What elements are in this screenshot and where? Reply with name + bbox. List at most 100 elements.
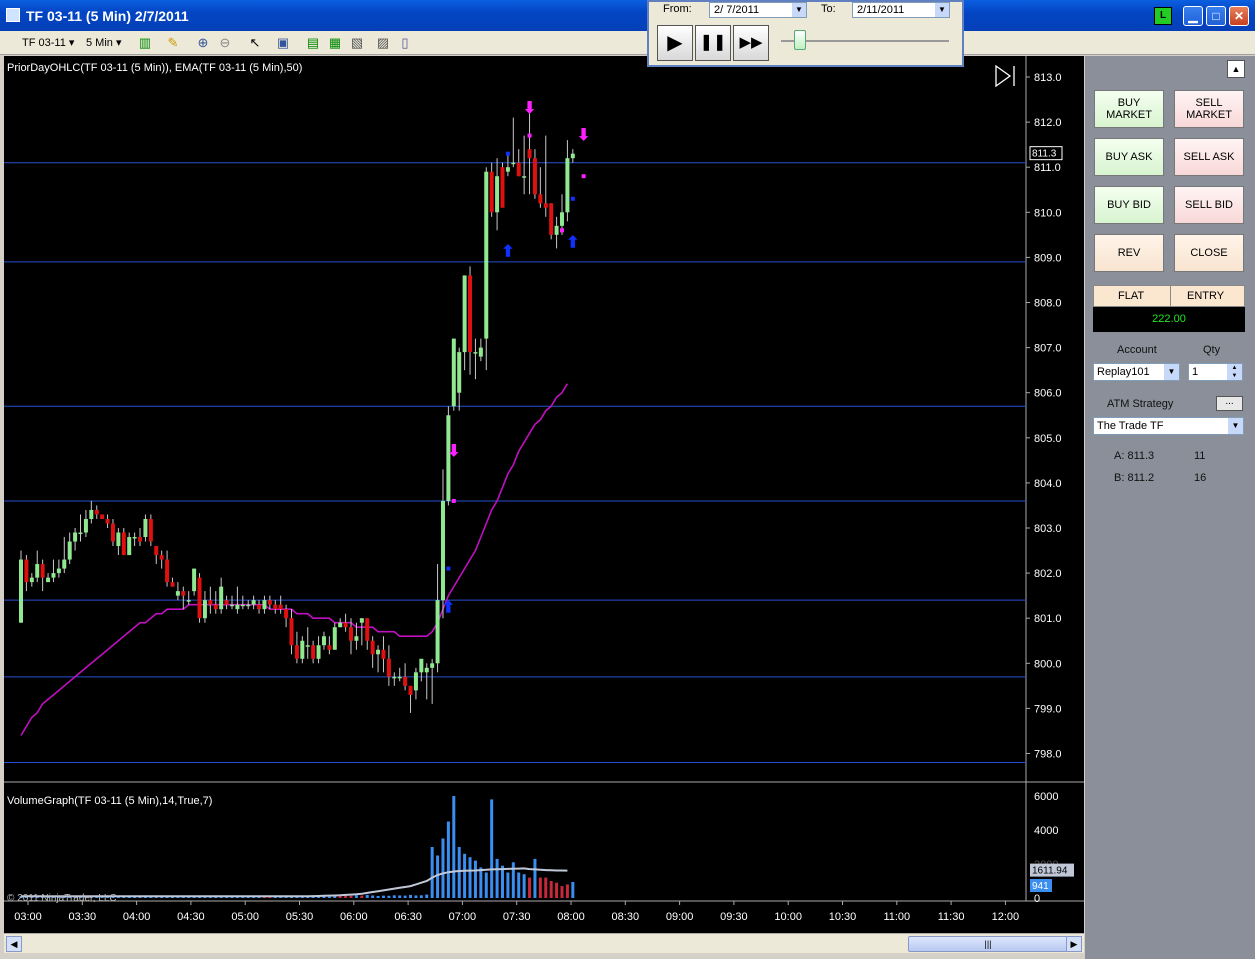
collapse-panel-button[interactable]: ▲ — [1227, 60, 1245, 78]
time-tick-label: 08:00 — [557, 911, 585, 923]
candle-up — [246, 604, 251, 607]
volume-bar — [354, 895, 358, 898]
candle-down — [349, 627, 354, 641]
copyright-label: © 2011 NinjaTrader, LLC — [7, 893, 117, 904]
time-tick-label: 06:00 — [340, 911, 368, 923]
bar-spacing-icon[interactable]: ▤ — [304, 34, 322, 52]
volume-bar — [484, 872, 488, 898]
chart-style-icon[interactable]: ▥ — [136, 34, 154, 52]
buy-ask-button[interactable]: BUY ASK — [1094, 138, 1164, 176]
strategies-icon[interactable]: ▨ — [374, 34, 392, 52]
scroll-left-arrow[interactable]: ◀ — [6, 936, 22, 952]
volume-bar — [522, 874, 526, 898]
volume-bar — [463, 853, 467, 898]
atm-strategy-select[interactable]: The Trade TF ▼ — [1093, 417, 1244, 435]
short-fill-marker — [560, 228, 564, 233]
divider — [1170, 286, 1171, 306]
volume-bar — [549, 881, 553, 898]
candle-down — [500, 167, 505, 208]
time-tick-label: 04:00 — [123, 911, 151, 923]
chevron-down-icon[interactable]: ▼ — [935, 3, 949, 17]
data-box-icon[interactable]: ▣ — [274, 34, 292, 52]
time-tick-label: 06:30 — [394, 911, 422, 923]
chevron-down-icon[interactable]: ▼ — [1164, 364, 1179, 380]
volume-bar — [409, 894, 413, 898]
volume-bar — [398, 895, 402, 898]
price-volume-chart[interactable]: 813.0 812.0 811.0 810.0 809.0 808.0 807.0 806.0… — [4, 56, 1084, 933]
chart-panel[interactable]: 813.0 812.0 811.0 810.0 809.0 808.0 807.0 806.0… — [4, 56, 1084, 936]
long-entry-arrow: ⬆ — [566, 234, 579, 251]
volume-bar — [365, 894, 369, 898]
chevron-down-icon[interactable]: ▼ — [1228, 418, 1243, 434]
candle-down — [213, 604, 218, 610]
volume-bar — [441, 838, 445, 898]
chart-toolbar: TF 03-11 ▾ 5 Min ▾ ▥ ✎ ⊕ ⊖ ↖ ▣ ▤ ▦ ▧ ▨ ▯ — [0, 31, 1255, 55]
scroll-right-arrow[interactable]: ▶ — [1066, 936, 1082, 952]
long-fill-marker — [570, 196, 575, 201]
chevron-down-icon[interactable]: ▼ — [792, 3, 806, 17]
volume-bar — [419, 895, 423, 898]
time-tick-label: 11:00 — [883, 911, 910, 923]
maximize-button[interactable]: □ — [1206, 6, 1226, 26]
cursor-icon[interactable]: ↖ — [246, 34, 264, 52]
close-window-button[interactable]: ✕ — [1229, 6, 1249, 26]
minimize-button[interactable]: ▁ — [1183, 6, 1203, 26]
zoom-out-icon[interactable]: ⊖ — [216, 34, 234, 52]
account-select[interactable]: Replay101 ▼ — [1093, 363, 1180, 381]
interval-selector[interactable]: 5 Min ▾ — [86, 34, 121, 52]
instrument-selector[interactable]: TF 03-11 ▾ — [22, 34, 74, 52]
to-date-picker[interactable]: 2/11/2011 ▼ — [852, 2, 950, 18]
from-date-picker[interactable]: 2/ 7/2011 ▼ — [709, 2, 807, 18]
time-tick-label: 10:30 — [829, 911, 857, 923]
sell-market-button[interactable]: SELL MARKET — [1174, 90, 1244, 128]
candle-up — [235, 604, 240, 610]
volume-bar — [479, 867, 483, 898]
link-badge[interactable]: L — [1154, 7, 1172, 25]
play-button[interactable]: ▶ — [657, 25, 693, 61]
time-tick-label: 05:30 — [286, 911, 314, 923]
buy-market-button[interactable]: BUY MARKET — [1094, 90, 1164, 128]
indicators-icon[interactable]: ▧ — [348, 34, 366, 52]
properties-icon[interactable]: ▯ — [396, 34, 414, 52]
candle-up — [413, 672, 418, 691]
volume-bar — [506, 872, 510, 898]
candle-up — [186, 600, 191, 602]
volume-bar — [387, 895, 391, 898]
candle-down — [165, 559, 170, 583]
close-position-button[interactable]: CLOSE — [1174, 234, 1244, 272]
candle-up — [219, 586, 224, 610]
candle-down — [197, 577, 202, 619]
candle-down — [403, 676, 408, 686]
candle-up — [424, 667, 429, 673]
time-tick-label: 07:00 — [449, 911, 477, 923]
pause-button[interactable]: ❚❚ — [695, 25, 731, 61]
volume-bar — [555, 882, 559, 898]
chart-scrollbar[interactable]: ◀ ||| ▶ — [4, 933, 1084, 953]
fast-forward-button[interactable]: ▶▶ — [733, 25, 769, 61]
volume-bar — [565, 884, 569, 898]
candle-up — [29, 577, 34, 583]
zoom-in-icon[interactable]: ⊕ — [194, 34, 212, 52]
buy-bid-button[interactable]: BUY BID — [1094, 186, 1164, 224]
time-tick-label: 12:00 — [992, 911, 1020, 923]
price-tick-label: 799.0 — [1034, 703, 1062, 715]
speed-slider-track[interactable] — [781, 40, 949, 42]
volume-bar — [473, 860, 477, 898]
draw-pencil-icon[interactable]: ✎ — [164, 34, 182, 52]
speed-slider-thumb[interactable] — [794, 30, 806, 50]
sell-bid-button[interactable]: SELL BID — [1174, 186, 1244, 224]
volume-bar — [495, 858, 499, 898]
reverse-button[interactable]: REV — [1094, 234, 1164, 272]
atm-strategy-options-button[interactable]: ... — [1216, 396, 1243, 411]
candle-up — [46, 577, 51, 583]
stepper-arrows-icon[interactable]: ▲ ▼ — [1227, 364, 1242, 380]
qty-stepper[interactable]: 1 ▲ ▼ — [1188, 363, 1243, 381]
volume-bar — [457, 847, 461, 898]
candle-down — [381, 649, 386, 659]
time-tick-label: 09:00 — [666, 911, 694, 923]
candle-up — [570, 153, 575, 159]
position-header: FLAT ENTRY — [1093, 285, 1245, 307]
scroll-thumb[interactable]: ||| — [908, 936, 1068, 952]
chart-trader-icon[interactable]: ▦ — [326, 34, 344, 52]
sell-ask-button[interactable]: SELL ASK — [1174, 138, 1244, 176]
